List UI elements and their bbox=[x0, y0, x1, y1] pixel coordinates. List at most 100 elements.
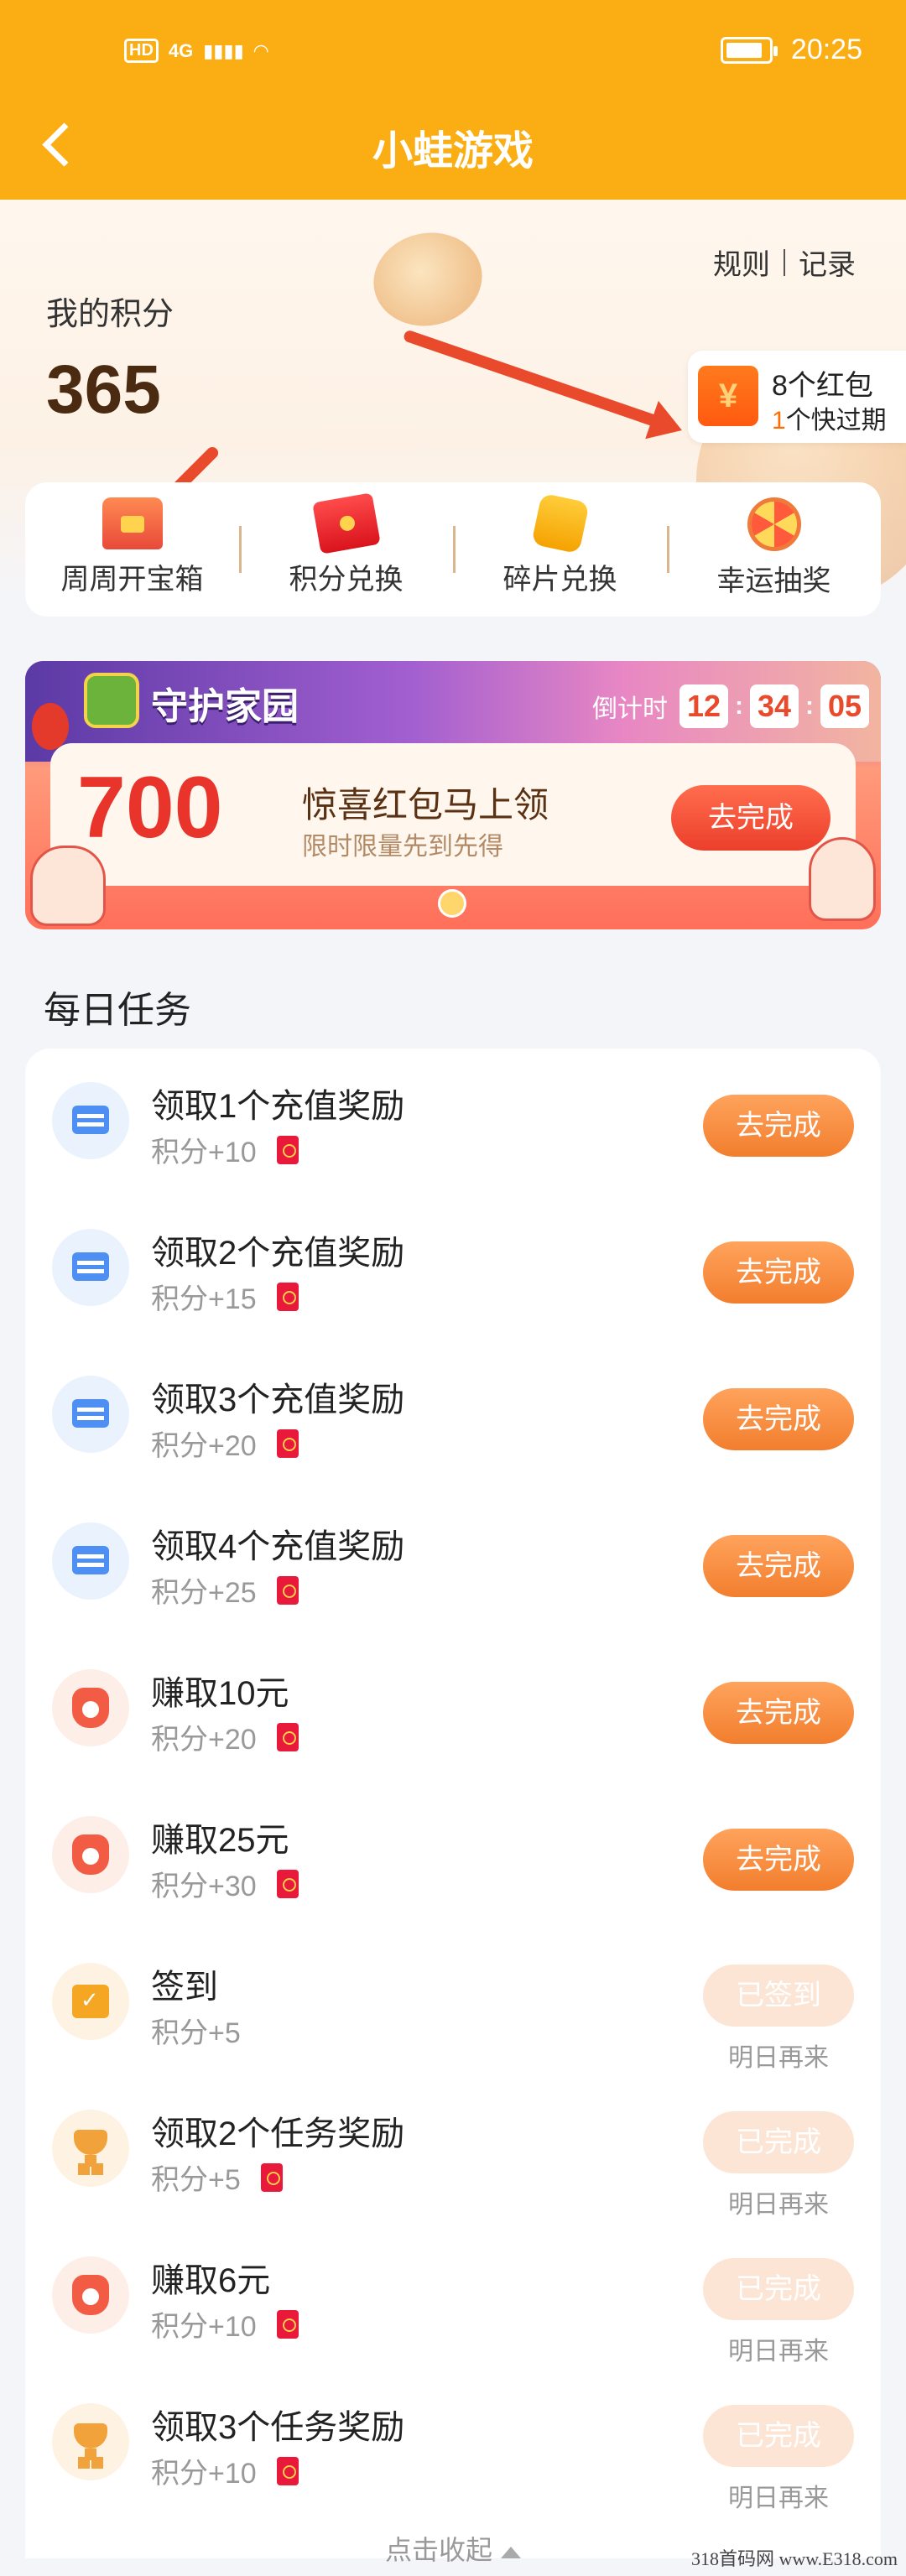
task-points: 积分+10 bbox=[151, 2450, 299, 2491]
task-go-button[interactable]: 去完成 bbox=[703, 1829, 854, 1891]
red-packet-icon bbox=[276, 1429, 299, 1458]
status-bar: HD 4G ▮▮▮▮ ◠ 20:25 bbox=[0, 0, 906, 106]
task-name: 领取3个充值奖励 bbox=[151, 1382, 405, 1418]
task-name: 领取2个任务奖励 bbox=[151, 2115, 405, 2152]
records-link[interactable]: 记录 bbox=[799, 242, 856, 283]
task-name: 赚取6元 bbox=[151, 2262, 271, 2299]
treasure-chest-icon bbox=[102, 497, 163, 549]
quick-actions: 周周开宝箱 积分兑换 碎片兑换 幸运抽奖 bbox=[25, 482, 881, 617]
red-packet-icon bbox=[260, 2162, 283, 2192]
task-done-button: 已签到 bbox=[703, 1965, 854, 2027]
top-bar: HD 4G ▮▮▮▮ ◠ 20:25 小蛙游戏 bbox=[0, 0, 906, 200]
red-packet-icon bbox=[276, 1135, 299, 1164]
lantern-icon bbox=[32, 703, 69, 750]
task-row: 领取2个任务奖励 积分+5 已完成 明日再来 bbox=[25, 2076, 881, 2223]
task-points: 积分+5 bbox=[151, 2017, 241, 2049]
red-envelope-icon bbox=[311, 492, 381, 554]
status-right: 20:25 bbox=[720, 34, 862, 66]
daily-task-list: 领取1个充值奖励 积分+10 去完成 领取2个充值奖励 积分+15 去完成 领取… bbox=[25, 1049, 881, 2558]
battery-icon bbox=[720, 36, 778, 64]
network-label: 4G bbox=[168, 39, 194, 61]
task-row: 赚取25元 积分+30 去完成 bbox=[25, 1782, 881, 1929]
promo-banner[interactable]: 守护家园 倒计时 12 : 34 : 05 700 惊喜红包马上领 限时限量先到… bbox=[25, 661, 881, 929]
chevron-up-icon bbox=[501, 2546, 521, 2558]
task-row: 领取3个任务奖励 积分+10 已完成 明日再来 bbox=[25, 2370, 881, 2516]
red-packet-count: 8个红包 bbox=[772, 370, 873, 402]
trophy-icon bbox=[52, 2110, 129, 2187]
rules-links: 规则 记录 bbox=[713, 242, 856, 283]
task-note: 明日再来 bbox=[728, 2485, 829, 2512]
task-note: 明日再来 bbox=[728, 2338, 829, 2365]
countdown-label: 倒计时 bbox=[592, 695, 668, 723]
red-packet-pill[interactable]: ¥ 8个红包 1个快过期 bbox=[688, 351, 906, 443]
task-row: 领取2个充值奖励 积分+15 去完成 bbox=[25, 1195, 881, 1342]
clock: 20:25 bbox=[790, 34, 862, 65]
money-bag-icon bbox=[52, 1816, 129, 1893]
task-name: 领取1个充值奖励 bbox=[151, 1088, 405, 1125]
task-row: 赚取10元 积分+20 去完成 bbox=[25, 1636, 881, 1782]
task-done-button: 已完成 bbox=[703, 2258, 854, 2320]
banner-go-button[interactable]: 去完成 bbox=[671, 785, 830, 851]
red-packet-icon bbox=[276, 1869, 299, 1898]
quick-action-label: 碎片兑换 bbox=[502, 564, 617, 596]
quick-action-points-exchange[interactable]: 积分兑换 bbox=[239, 482, 453, 617]
money-bag-icon bbox=[52, 2256, 129, 2334]
task-go-button[interactable]: 去完成 bbox=[703, 1388, 854, 1450]
card-icon bbox=[52, 1082, 129, 1159]
task-name: 赚取25元 bbox=[151, 1822, 289, 1859]
banner-subline: 限时限量先到先得 bbox=[302, 833, 503, 861]
task-go-button[interactable]: 去完成 bbox=[703, 1095, 854, 1157]
task-done-button: 已完成 bbox=[703, 2111, 854, 2173]
task-row: 签到 积分+5 已签到 明日再来 bbox=[25, 1929, 881, 2076]
red-packet-expiring: 1个快过期 bbox=[772, 399, 887, 436]
frog-game-icon bbox=[84, 673, 139, 728]
colon: : bbox=[805, 692, 814, 720]
task-go-button[interactable]: 去完成 bbox=[703, 1682, 854, 1744]
puzzle-piece-icon bbox=[530, 492, 590, 554]
bunny-decoration-icon bbox=[809, 837, 876, 921]
quick-action-fragment-exchange[interactable]: 碎片兑换 bbox=[453, 482, 667, 617]
task-row: 赚取6元 积分+10 已完成 明日再来 bbox=[25, 2223, 881, 2370]
task-go-button[interactable]: 去完成 bbox=[703, 1535, 854, 1597]
card-icon bbox=[52, 1522, 129, 1600]
task-points: 积分+20 bbox=[151, 1716, 299, 1757]
task-row: 领取3个充值奖励 积分+20 去完成 bbox=[25, 1342, 881, 1489]
task-points: 积分+5 bbox=[151, 2157, 283, 2198]
rules-link[interactable]: 规则 bbox=[713, 242, 770, 283]
task-row: 领取1个充值奖励 积分+10 去完成 bbox=[25, 1049, 881, 1195]
task-name: 领取4个充值奖励 bbox=[151, 1528, 405, 1565]
banner-amount: 700 bbox=[77, 759, 223, 856]
divider bbox=[784, 248, 785, 276]
task-points: 积分+10 bbox=[151, 2303, 299, 2344]
wifi-icon: ◠ bbox=[253, 39, 268, 61]
task-name: 赚取10元 bbox=[151, 1675, 289, 1712]
task-points: 积分+25 bbox=[151, 1569, 299, 1611]
countdown-seconds: 05 bbox=[820, 684, 869, 728]
task-points: 积分+10 bbox=[151, 1129, 299, 1170]
hd-icon: HD bbox=[124, 39, 159, 63]
task-go-button[interactable]: 去完成 bbox=[703, 1241, 854, 1304]
task-points: 积分+15 bbox=[151, 1276, 299, 1317]
quick-action-weekly-chest[interactable]: 周周开宝箱 bbox=[25, 482, 239, 617]
quick-action-label: 积分兑换 bbox=[289, 564, 404, 596]
points-label: 我的积分 bbox=[46, 297, 174, 332]
collapse-label: 点击收起 bbox=[384, 2535, 492, 2565]
task-points: 积分+30 bbox=[151, 1863, 299, 1904]
quick-action-label: 周周开宝箱 bbox=[60, 564, 204, 596]
calendar-check-icon bbox=[52, 1963, 129, 2040]
coin-decoration-icon bbox=[364, 222, 492, 336]
countdown: 倒计时 12 : 34 : 05 bbox=[592, 684, 869, 728]
card-icon bbox=[52, 1376, 129, 1453]
task-row: 领取4个充值奖励 积分+25 去完成 bbox=[25, 1489, 881, 1636]
points-value: 365 bbox=[46, 351, 161, 428]
red-packet-icon bbox=[276, 2309, 299, 2339]
red-packet-icon bbox=[276, 1282, 299, 1311]
task-note: 明日再来 bbox=[728, 2191, 829, 2219]
money-bag-icon bbox=[52, 1669, 129, 1746]
quick-action-lucky-draw[interactable]: 幸运抽奖 bbox=[667, 482, 881, 617]
daily-tasks-title: 每日任务 bbox=[44, 990, 191, 1031]
task-name: 签到 bbox=[151, 1969, 218, 2006]
banner-title: 守护家园 bbox=[151, 686, 299, 727]
colon: : bbox=[735, 692, 743, 720]
banner-headline: 惊喜红包马上领 bbox=[302, 785, 549, 825]
